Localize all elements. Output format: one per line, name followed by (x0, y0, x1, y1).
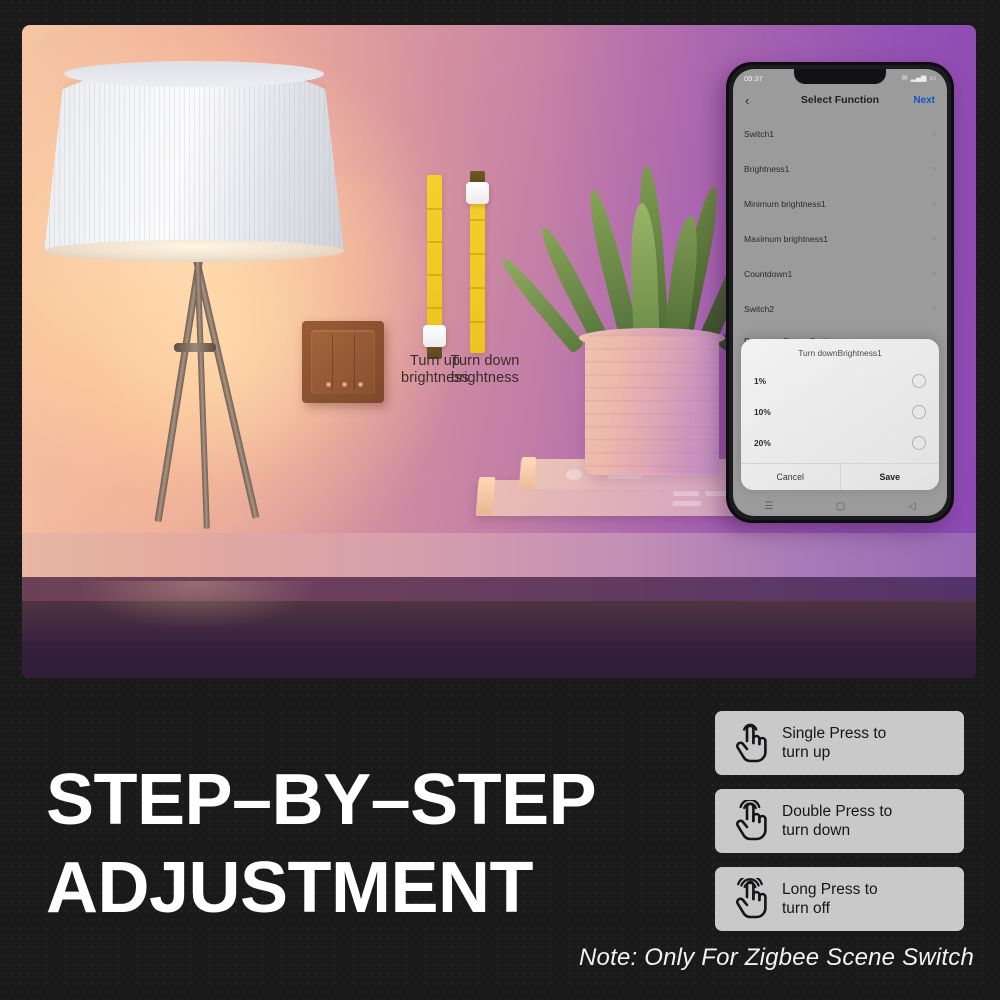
phone-screen: 09:37 ✉ ▂▄▆ ▭ ‹ Select Function Next Swi… (733, 69, 947, 516)
save-button[interactable]: Save (839, 464, 940, 490)
list-item[interactable]: Switch1 › (733, 116, 947, 151)
cancel-button[interactable]: Cancel (741, 464, 840, 490)
status-time: 09:37 (744, 73, 763, 83)
radio-button[interactable] (912, 435, 926, 450)
modal-option[interactable]: 20% (741, 427, 939, 458)
slider-handle[interactable] (423, 325, 446, 347)
mail-icon: ✉ (901, 74, 908, 82)
press-action-cards: Single Press to turn up Double Press to … (715, 711, 964, 931)
home-icon[interactable]: ▢ (836, 501, 845, 512)
card-label: Single Press to turn up (782, 725, 887, 761)
list-item-label: Switch2 (744, 303, 775, 314)
shelf-surface (22, 533, 976, 581)
chevron-right-icon: › (932, 128, 936, 139)
book-pages-bottom (476, 477, 496, 515)
list-item-label: Brightness1 (744, 163, 790, 174)
card-long-press[interactable]: Long Press to turn off (715, 867, 964, 931)
lamp-leg-band (174, 343, 216, 352)
list-item[interactable]: Switch2 › (733, 291, 947, 326)
card-label: Long Press to turn off (782, 881, 878, 917)
modal-option[interactable]: 10% (741, 396, 939, 427)
radio-button[interactable] (912, 404, 926, 419)
modal-option[interactable]: 1% (741, 365, 939, 396)
long-press-icon (729, 877, 769, 921)
radio-button[interactable] (912, 373, 926, 388)
list-item-label: Countdown1 (744, 268, 793, 279)
double-tap-icon (729, 799, 769, 843)
hero-product-image: Turn up brightness Turn down brightness … (22, 25, 976, 678)
list-item[interactable]: Brightness1 › (733, 151, 947, 186)
lamp-shade (44, 68, 344, 253)
android-nav-bar: ☰ ▢ ◁ (733, 496, 947, 516)
card-double-press[interactable]: Double Press to turn down (715, 789, 964, 853)
modal-actions: Cancel Save (741, 463, 939, 490)
list-item-label: Maximum brightness1 (744, 233, 829, 244)
option-label: 10% (754, 406, 771, 417)
wall-switch-panel[interactable] (302, 321, 384, 403)
battery-icon: ▭ (929, 74, 936, 82)
option-label: 1% (754, 375, 767, 386)
lamp-reflection (82, 581, 312, 627)
brightness-picker-modal: Turn downBrightness1 1% 10% 20% Cancel S… (741, 339, 939, 490)
chevron-right-icon: › (932, 303, 936, 314)
phone-notch (794, 69, 886, 84)
chevron-right-icon: › (932, 163, 936, 174)
single-tap-icon (729, 721, 769, 765)
signal-icon: ▂▄▆ (910, 74, 927, 82)
headline: STEP–BY–STEP ADJUSTMENT (46, 760, 597, 928)
back-icon[interactable]: ‹ (745, 94, 749, 107)
option-label: 20% (754, 437, 771, 448)
plant-pot-reflection (582, 473, 724, 497)
plant-pot (585, 335, 719, 475)
list-item-label: Switch1 (744, 128, 775, 139)
wall-switch-face (311, 330, 375, 394)
back-nav-icon[interactable]: ◁ (908, 501, 916, 512)
slider-down-label: Turn down brightness (450, 353, 520, 386)
chevron-right-icon: › (932, 268, 936, 279)
list-item-label: Minimum brightness1 (744, 198, 826, 209)
chevron-right-icon: › (932, 233, 936, 244)
list-item[interactable]: Countdown1 › (733, 256, 947, 291)
slider-handle[interactable] (466, 182, 489, 204)
chevron-right-icon: › (932, 198, 936, 209)
card-label: Double Press to turn down (782, 803, 893, 839)
next-button[interactable]: Next (913, 95, 935, 106)
app-navbar: ‹ Select Function Next (733, 87, 947, 113)
list-item[interactable]: Minimum brightness1 › (733, 186, 947, 221)
book-pages-top (519, 457, 537, 489)
footnote: Note: Only For Zigbee Scene Switch (579, 944, 974, 971)
list-item[interactable]: Maximum brightness1 › (733, 221, 947, 256)
lamp-shade-top (64, 61, 324, 87)
modal-title: Turn downBrightness1 (798, 348, 882, 358)
phone-mockup: 09:37 ✉ ▂▄▆ ▭ ‹ Select Function Next Swi… (726, 62, 954, 523)
menu-icon[interactable]: ☰ (764, 501, 773, 512)
lamp-shade-bottom (44, 240, 344, 262)
card-single-press[interactable]: Single Press to turn up (715, 711, 964, 775)
